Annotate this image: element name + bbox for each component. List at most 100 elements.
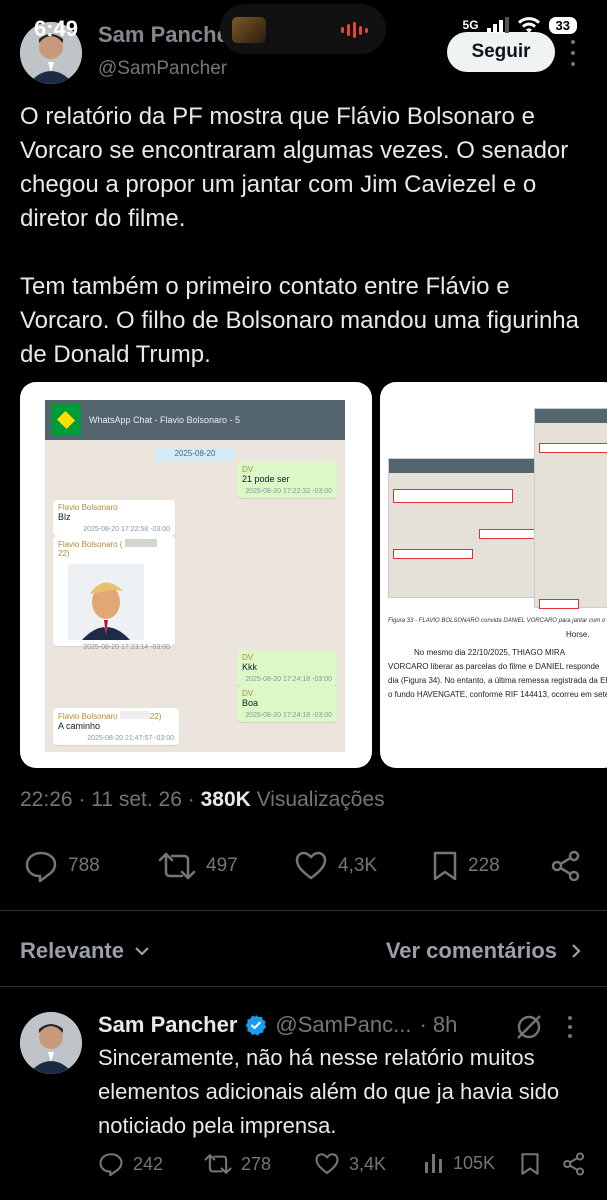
status-time: 6:49 bbox=[34, 16, 79, 41]
reply-retweet-button[interactable]: 278 bbox=[204, 1152, 271, 1176]
bookmark-icon bbox=[433, 851, 457, 881]
chat-message: Flavio Bolsonaro Blz 2025-08-20 17:22:58… bbox=[53, 500, 175, 536]
sort-replies-dropdown[interactable]: Relevante bbox=[20, 938, 150, 964]
reply-like-button[interactable]: 3,4K bbox=[314, 1152, 386, 1176]
reply-author-name[interactable]: Sam Pancher bbox=[98, 1012, 237, 1038]
tweet-image-report[interactable]: Figura 33 - FLAVIO BOLSONARO convida DAN… bbox=[380, 382, 607, 768]
dynamic-island[interactable] bbox=[220, 4, 386, 54]
message-sender: DV bbox=[242, 653, 254, 662]
reply-reply-count: 242 bbox=[133, 1153, 164, 1174]
retweet-button[interactable]: 497 bbox=[158, 850, 238, 882]
retweet-count: 497 bbox=[206, 855, 238, 876]
chat-message: Flavio Bolsonaro 22) A caminho 2025-08-2… bbox=[53, 708, 179, 745]
tweet-paragraph: O relatório da PF mostra que Flávio Bols… bbox=[20, 103, 569, 232]
retweet-icon bbox=[158, 852, 196, 880]
brazil-flag-icon bbox=[51, 404, 81, 436]
system-indicators: 5G 33 bbox=[463, 16, 577, 34]
message-sender: Flavio Bolsonaro ( 22) bbox=[58, 539, 170, 558]
reply-reply-button[interactable]: 242 bbox=[98, 1152, 163, 1176]
reply-header: Sam Pancher @SamPanc... · 8h bbox=[98, 1012, 457, 1038]
reply-icon bbox=[99, 1153, 123, 1176]
date-chip: 2025-08-20 bbox=[155, 447, 235, 461]
message-time: 2025-08-20 17:23:14 -03:00 bbox=[83, 644, 170, 651]
report-line: No mesmo dia 22/10/2025, THIAGO MIRA bbox=[414, 648, 566, 657]
reply-bookmark-button[interactable] bbox=[520, 1152, 540, 1176]
view-comments-link[interactable]: Ver comentários bbox=[386, 938, 581, 964]
chat-message: DV Kkk 2025-08-20 17:24:18 -03:00 bbox=[237, 650, 337, 686]
retweet-icon bbox=[204, 1154, 232, 1174]
verified-badge-icon bbox=[246, 1015, 267, 1036]
reply-share-button[interactable] bbox=[562, 1152, 586, 1176]
analytics-icon bbox=[425, 1154, 442, 1173]
chat-message: DV Boa 2025-08-20 17:24:18 -03:00 bbox=[237, 686, 337, 722]
tweet-views: 380K bbox=[200, 788, 251, 811]
whatsapp-chat: WhatsApp Chat - Flavio Bolsonaro - 5 202… bbox=[45, 400, 345, 752]
share-icon bbox=[563, 1152, 585, 1176]
reply-author-avatar[interactable] bbox=[20, 1012, 82, 1074]
reply-retweet-count: 278 bbox=[241, 1153, 272, 1174]
figure-caption: Figura 33 - FLAVIO BOLSONARO convida DAN… bbox=[388, 618, 606, 624]
sort-label: Relevante bbox=[20, 938, 124, 963]
report-line: o fundo HAVENGATE, conforme RIF 144413, … bbox=[388, 690, 607, 699]
message-text: Kkk bbox=[242, 662, 258, 672]
message-sender-name: Flavio Bolsonaro ( bbox=[58, 540, 123, 549]
message-sender: Flavio Bolsonaro 22) bbox=[58, 711, 174, 721]
chat-title: WhatsApp Chat - Flavio Bolsonaro - 5 bbox=[89, 415, 241, 425]
message-time: 2025-08-20 21:47:57 -03:00 bbox=[87, 735, 174, 742]
status-bar: 6:49 5G 33 bbox=[0, 0, 607, 58]
view-comments-label: Ver comentários bbox=[385, 938, 557, 963]
tweet-views-label: Visualizações bbox=[256, 788, 385, 811]
wifi-icon bbox=[517, 17, 540, 33]
message-sender-tail: 22) bbox=[58, 549, 70, 558]
chat-header: WhatsApp Chat - Flavio Bolsonaro - 5 bbox=[45, 400, 345, 440]
reply-actions: 242 278 3,4K 105K bbox=[0, 1152, 607, 1184]
message-text: 21 pode ser bbox=[242, 474, 290, 484]
report-line: dia (Figura 34). No entanto, a última re… bbox=[388, 676, 607, 685]
message-sender: Flavio Bolsonaro bbox=[58, 503, 118, 512]
audio-wave-icon bbox=[341, 21, 368, 39]
chat-screenshot-thumb bbox=[534, 408, 607, 609]
heart-icon bbox=[315, 1153, 339, 1175]
report-line: VORCARO liberar as parcelas do filme e D… bbox=[388, 662, 600, 671]
chat-screenshot-thumb bbox=[388, 458, 538, 598]
network-type: 5G bbox=[462, 18, 479, 32]
chevron-down-icon bbox=[135, 947, 149, 956]
tweet-image-whatsapp[interactable]: WhatsApp Chat - Flavio Bolsonaro - 5 202… bbox=[20, 382, 372, 768]
heart-icon bbox=[295, 851, 327, 880]
reply-views-button[interactable]: 105K bbox=[424, 1152, 495, 1174]
battery-indicator: 33 bbox=[548, 16, 577, 34]
reply-button[interactable]: 788 bbox=[24, 850, 100, 882]
reply-author-handle[interactable]: @SamPanc... bbox=[275, 1012, 411, 1038]
message-sender: DV bbox=[242, 465, 254, 474]
now-playing-artwork bbox=[232, 17, 266, 43]
chevron-right-icon bbox=[572, 944, 581, 958]
message-sender-tail: 22) bbox=[149, 712, 162, 721]
reply-count: 788 bbox=[68, 855, 100, 876]
report-line: Horse. bbox=[566, 630, 590, 639]
trump-sticker bbox=[68, 564, 144, 640]
reply-text: Sinceramente, não há nesse relatório mui… bbox=[98, 1045, 560, 1138]
reply-like-count: 3,4K bbox=[349, 1153, 387, 1174]
message-sender-name: Flavio Bolsonaro bbox=[58, 712, 118, 721]
tweet-text: O relatório da PF mostra que Flávio Bols… bbox=[20, 100, 590, 406]
message-text: A caminho bbox=[58, 721, 101, 731]
message-time: 2025-08-20 17:24:18 -03:00 bbox=[245, 712, 332, 719]
bookmark-icon bbox=[521, 1153, 539, 1175]
message-time: 2025-08-20 17:22:58 -03:00 bbox=[83, 526, 170, 533]
tweet-paragraph: Tem também o primeiro contato entre Fláv… bbox=[20, 273, 579, 368]
message-text: Boa bbox=[242, 698, 259, 708]
share-button[interactable] bbox=[550, 850, 582, 882]
divider bbox=[0, 986, 607, 987]
report-page: Figura 33 - FLAVIO BOLSONARO convida DAN… bbox=[380, 382, 607, 768]
message-time: 2025-08-20 17:24:18 -03:00 bbox=[245, 676, 332, 683]
like-button[interactable]: 4,3K bbox=[294, 850, 377, 882]
bookmark-button[interactable]: 228 bbox=[432, 850, 500, 882]
chat-message-sticker: Flavio Bolsonaro ( 22) 2025-08-20 17:23:… bbox=[53, 536, 175, 651]
message-text: Blz bbox=[58, 512, 71, 522]
tweet-actions: 788 497 4,3K 228 bbox=[0, 846, 607, 886]
author-handle[interactable]: @SamPancher bbox=[98, 58, 227, 80]
chat-message: DV 21 pode ser 2025-08-20 17:22:32 -03:0… bbox=[237, 462, 337, 498]
reply-more-options-icon[interactable] bbox=[568, 1016, 572, 1038]
message-time: 2025-08-20 17:22:32 -03:00 bbox=[245, 488, 332, 495]
reply-view-count: 105K bbox=[453, 1152, 496, 1173]
